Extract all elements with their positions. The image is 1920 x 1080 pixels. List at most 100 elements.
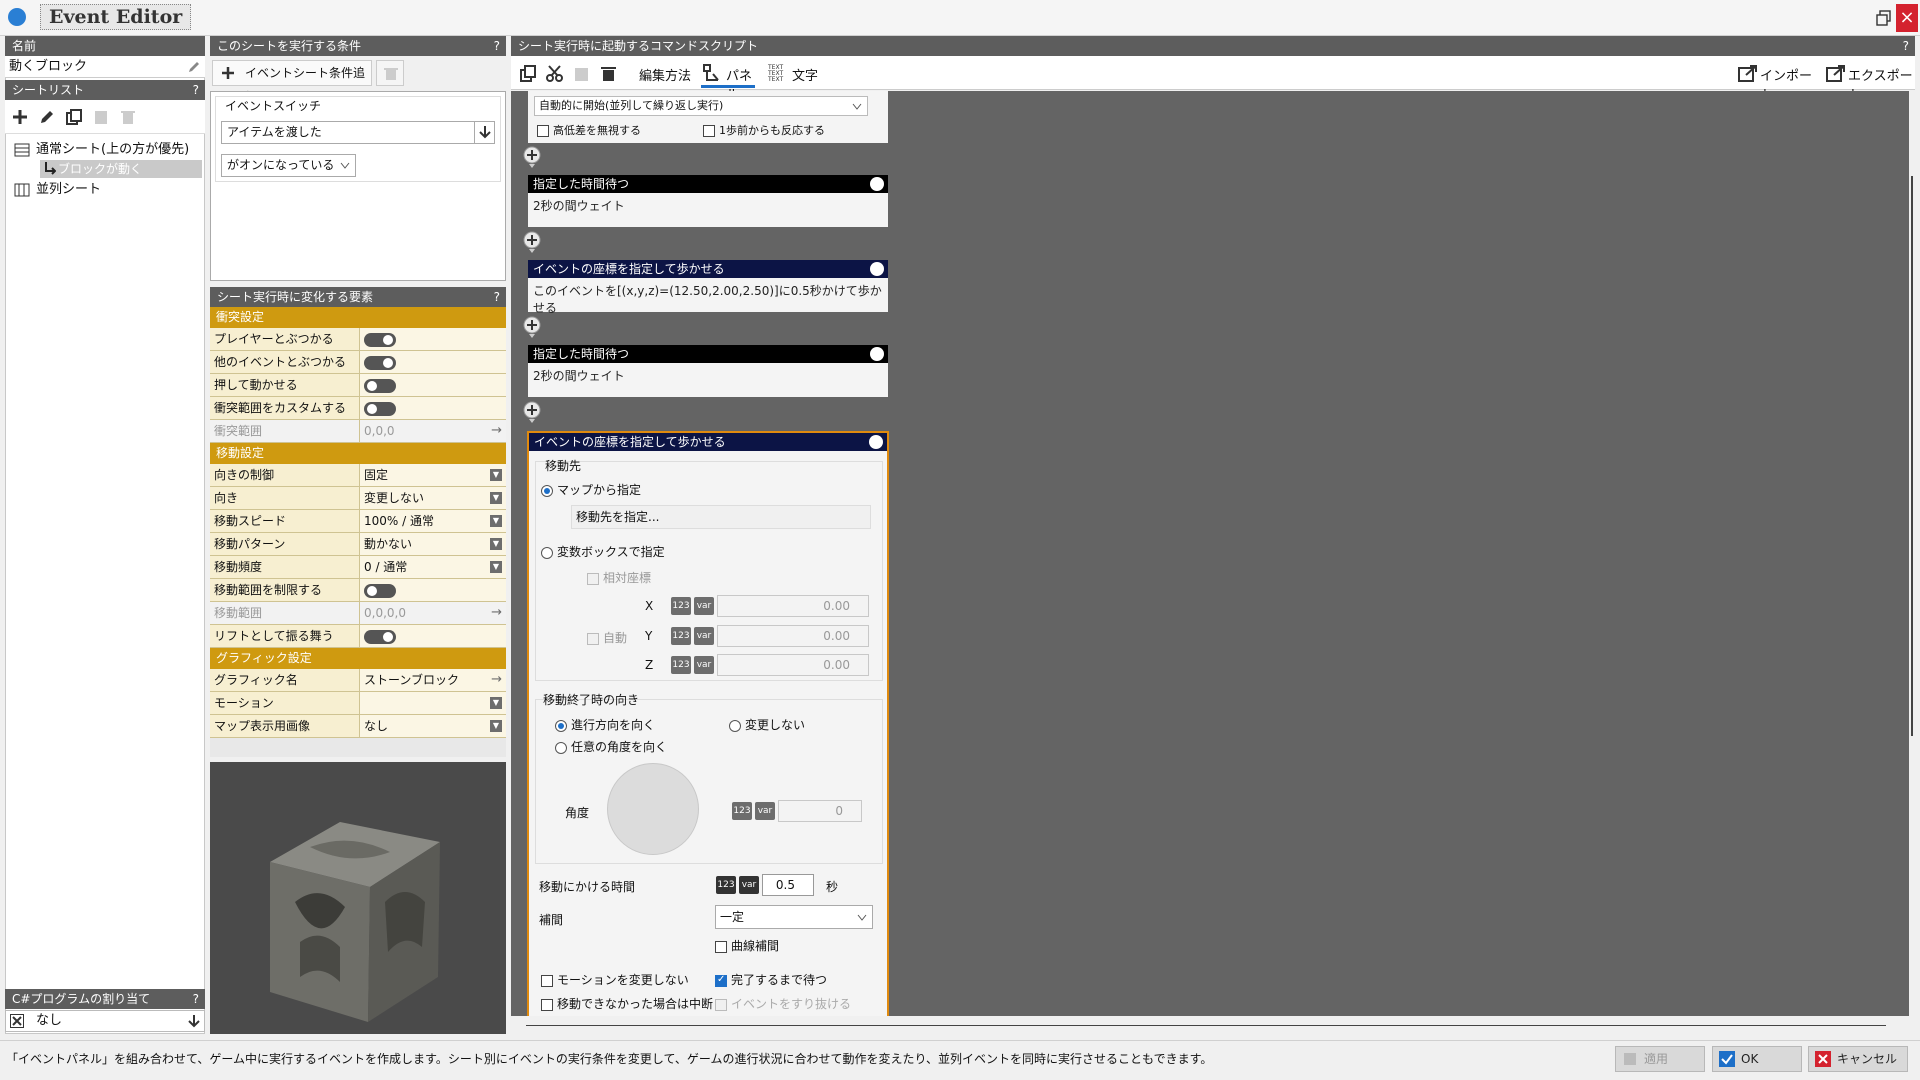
dropdown-icon[interactable]: ▼ <box>490 469 502 481</box>
export-button[interactable]: エクスポート <box>1824 60 1914 103</box>
name-input[interactable]: 動くブロック <box>5 56 205 78</box>
variable-mode-icon[interactable]: var <box>694 627 714 645</box>
switch-select[interactable]: アイテムを渡した <box>221 121 495 144</box>
tree-parallel-sheet[interactable]: 並列シート <box>12 180 202 200</box>
import-button[interactable]: インポート <box>1736 60 1816 103</box>
property-value[interactable] <box>360 328 506 350</box>
arrow-right-icon[interactable]: → <box>491 602 502 624</box>
add-condition-button[interactable]: イベントシート条件追加 <box>212 60 372 104</box>
property-value[interactable]: ▼ <box>360 692 506 714</box>
face-direction-radio[interactable]: 進行方向を向く <box>555 716 655 733</box>
property-value[interactable]: 変更しない ▼ <box>360 487 506 509</box>
switch-state-select[interactable]: がオンになっている <box>221 154 356 177</box>
tree-normal-sheet[interactable]: 通常シート(上の方が優先) <box>12 140 202 160</box>
expanded-command-title[interactable]: イベントの座標を指定して歩かせる <box>529 433 887 451</box>
pick-destination-button[interactable]: 移動先を指定... <box>571 505 871 529</box>
number-mode-icon[interactable]: 123 <box>671 597 691 615</box>
toggle-switch[interactable] <box>364 379 396 393</box>
close-window-button[interactable]: × <box>1896 4 1918 32</box>
dropdown-icon[interactable]: ▼ <box>490 697 502 709</box>
property-row[interactable]: マップ表示用画像 なし ▼ <box>210 715 506 738</box>
add-icon[interactable] <box>11 108 29 126</box>
restore-icon[interactable] <box>1876 10 1892 26</box>
any-angle-radio[interactable]: 任意の角度を向く <box>555 738 667 755</box>
property-row[interactable]: 移動スピード 100% / 通常 ▼ <box>210 510 506 533</box>
command-block[interactable]: 指定した時間待つ 2秒の間ウェイト <box>528 175 888 227</box>
toggle-switch[interactable] <box>364 356 396 370</box>
arrow-right-icon[interactable]: → <box>491 420 502 442</box>
property-value[interactable]: 固定 ▼ <box>360 464 506 486</box>
horizontal-scrollbar[interactable] <box>511 1016 1909 1034</box>
variable-mode-icon[interactable]: var <box>694 597 714 615</box>
react-prev-checkbox[interactable]: 1歩前からも反応する <box>703 122 825 138</box>
toggle-switch[interactable] <box>364 333 396 347</box>
ok-button[interactable]: OK <box>1712 1046 1802 1072</box>
trigger-select[interactable]: 自動的に開始(並列して繰り返し実行) <box>534 96 868 116</box>
property-row[interactable]: 押して動かせる <box>210 374 506 397</box>
property-value[interactable]: ストーンブロック → <box>360 669 506 691</box>
number-mode-icon[interactable]: 123 <box>671 656 691 674</box>
abort-if-blocked-checkbox[interactable]: 移動できなかった場合は中断 <box>541 995 713 1012</box>
dropdown-icon[interactable]: ▼ <box>490 492 502 504</box>
insert-command-icon[interactable] <box>520 146 544 168</box>
property-row[interactable]: プレイヤーとぶつかる <box>210 328 506 351</box>
property-row[interactable]: グラフィック名 ストーンブロック → <box>210 669 506 692</box>
property-value[interactable]: 0 / 通常 ▼ <box>360 556 506 578</box>
command-title[interactable]: イベントの座標を指定して歩かせる <box>528 260 888 278</box>
dropdown-icon[interactable]: ▼ <box>490 561 502 573</box>
wait-until-done-checkbox[interactable]: 完了するまで待つ <box>715 971 827 988</box>
from-map-radio[interactable]: マップから指定 <box>541 481 641 498</box>
dropdown-icon[interactable]: ▼ <box>490 538 502 550</box>
command-block[interactable]: 指定した時間待つ 2秒の間ウェイト <box>528 345 888 397</box>
command-title[interactable]: 指定した時間待つ <box>528 345 888 363</box>
command-block[interactable]: イベントの座標を指定して歩かせる このイベントを[(x,y,z)=(12.50,2… <box>528 260 888 315</box>
cancel-button[interactable]: キャンセル <box>1808 1046 1908 1072</box>
copy-icon[interactable] <box>519 65 536 82</box>
tab-panel[interactable]: パネル <box>701 60 755 103</box>
copy-icon[interactable] <box>65 108 83 126</box>
interpolation-select[interactable]: 一定 <box>715 905 873 929</box>
from-variable-radio[interactable]: 変数ボックスで指定 <box>541 543 665 560</box>
no-change-radio[interactable]: 変更しない <box>729 716 805 733</box>
property-value[interactable] <box>360 625 506 647</box>
number-mode-icon[interactable]: 123 <box>716 876 736 894</box>
property-value[interactable] <box>360 579 506 601</box>
property-row[interactable]: 向きの制御 固定 ▼ <box>210 464 506 487</box>
cs-select[interactable]: なし <box>5 1010 205 1032</box>
command-title[interactable]: 指定した時間待つ <box>528 175 888 193</box>
vertical-scrollbar[interactable] <box>1909 91 1915 1016</box>
tab-text[interactable]: TEXT TEXT TEXT 文字 <box>767 60 821 88</box>
property-row[interactable]: モーション ▼ <box>210 692 506 715</box>
insert-command-icon[interactable] <box>520 401 544 423</box>
insert-command-icon[interactable] <box>520 231 544 253</box>
tree-child-sheet[interactable]: ブロックが動く <box>40 160 202 178</box>
toggle-switch[interactable] <box>364 630 396 644</box>
property-value[interactable] <box>360 397 506 419</box>
number-mode-icon[interactable]: 123 <box>671 627 691 645</box>
property-row[interactable]: 移動頻度 0 / 通常 ▼ <box>210 556 506 579</box>
property-row[interactable]: 移動範囲を制限する <box>210 579 506 602</box>
no-motion-change-checkbox[interactable]: モーションを変更しない <box>541 971 689 988</box>
curve-interpolation-checkbox[interactable]: 曲線補間 <box>715 937 779 954</box>
variable-mode-icon[interactable]: var <box>739 876 759 894</box>
property-row[interactable]: 向き 変更しない ▼ <box>210 487 506 510</box>
arrow-right-icon[interactable]: → <box>491 669 502 691</box>
property-row[interactable]: 他のイベントとぶつかる <box>210 351 506 374</box>
trash-icon[interactable] <box>600 65 617 82</box>
dropdown-icon[interactable]: ▼ <box>490 720 502 732</box>
property-value[interactable] <box>360 351 506 373</box>
insert-command-icon[interactable] <box>520 316 544 338</box>
edit-icon[interactable] <box>38 108 56 126</box>
property-value[interactable]: 100% / 通常 ▼ <box>360 510 506 532</box>
ignore-height-checkbox[interactable]: 高低差を無視する <box>537 122 641 138</box>
dropdown-icon[interactable]: ▼ <box>490 515 502 527</box>
property-value[interactable] <box>360 374 506 396</box>
time-input[interactable]: 0.5 <box>762 874 814 896</box>
property-row[interactable]: 衝突範囲をカスタムする <box>210 397 506 420</box>
toggle-switch[interactable] <box>364 584 396 598</box>
cut-icon[interactable] <box>546 65 563 82</box>
clear-icon[interactable] <box>10 1014 24 1028</box>
toggle-switch[interactable] <box>364 402 396 416</box>
property-row[interactable]: 移動パターン 動かない ▼ <box>210 533 506 556</box>
variable-mode-icon[interactable]: var <box>694 656 714 674</box>
